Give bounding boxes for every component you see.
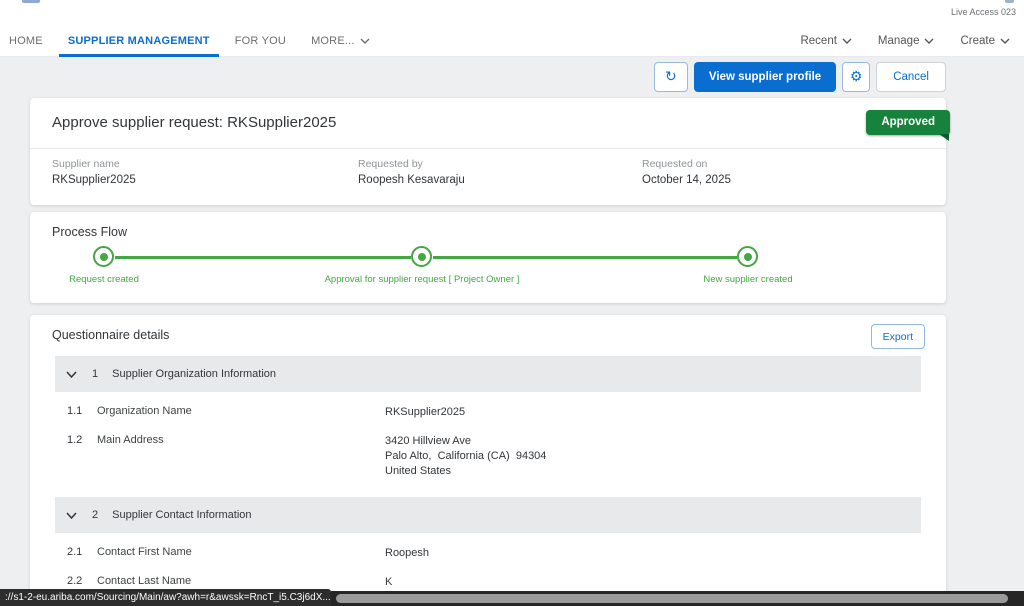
questionnaire-card: Questionnaire details Export 1 Supplier … xyxy=(30,315,946,606)
action-toolbar: ↻ View supplier profile ⚙ Cancel xyxy=(653,62,946,92)
tab-home-label: HOME xyxy=(9,35,43,47)
flow-step-label: New supplier created xyxy=(703,274,793,285)
value-line: K xyxy=(385,576,393,588)
question-label: Organization Name xyxy=(97,405,192,417)
view-supplier-profile-button[interactable]: View supplier profile xyxy=(693,62,837,92)
page-title: Approve supplier request: RKSupplier2025 xyxy=(52,114,337,131)
questionnaire-body: 1 Supplier Organization Information 1.1 … xyxy=(55,356,921,606)
settings-button[interactable]: ⚙ xyxy=(842,62,871,92)
section-number: 2 xyxy=(92,509,99,521)
field-requested-by: Requested by Roopesh Kesavaraju xyxy=(358,158,642,186)
question-value: RKSupplier2025 xyxy=(385,405,921,420)
top-bar: Live Access 023 xyxy=(0,0,1024,26)
menu-recent-label: Recent xyxy=(800,35,837,47)
chevron-down-icon xyxy=(360,38,370,44)
section-title: Supplier Organization Information xyxy=(112,368,276,380)
question-label: Contact Last Name xyxy=(97,575,192,587)
menu-recent[interactable]: Recent xyxy=(800,35,852,47)
flow-connector xyxy=(433,256,737,259)
field-supplier-name: Supplier name RKSupplier2025 xyxy=(52,158,358,186)
refresh-button[interactable]: ↻ xyxy=(653,62,688,92)
tab-for-you-label: FOR YOU xyxy=(234,35,287,47)
app-window: Live Access 023 HOME SUPPLIER MANAGEMENT… xyxy=(0,0,1024,606)
question-label: Contact First Name xyxy=(97,546,192,558)
value-line: RKSupplier2025 xyxy=(385,406,466,418)
flow-connector xyxy=(115,256,411,259)
field-requested-on: Requested on October 14, 2025 xyxy=(642,158,924,186)
field-value: Roopesh Kesavaraju xyxy=(358,174,465,186)
field-value: October 14, 2025 xyxy=(642,174,731,186)
value-line: 3420 Hillview Ave xyxy=(385,435,472,447)
flow-step-label: Approval for supplier request [ Project … xyxy=(324,274,520,285)
question-value: 3420 Hillview Ave Palo Alto, California … xyxy=(385,434,921,479)
value-line: United States xyxy=(385,465,452,477)
chevron-down-icon xyxy=(842,38,852,44)
realm-label: Live Access 023 xyxy=(950,7,1016,17)
value-line: Palo Alto, California (CA) 94304 xyxy=(385,450,547,462)
question-row: 2.1 Contact First Name Roopesh xyxy=(55,546,921,561)
horizontal-scrollbar[interactable] xyxy=(331,591,1024,606)
question-value: K xyxy=(385,575,921,590)
value-line: Roopesh xyxy=(385,547,430,559)
sap-logo-fragment xyxy=(22,0,40,3)
process-flow-card: Process Flow Request created Approval fo… xyxy=(30,212,946,303)
field-label: Requested on xyxy=(642,158,708,170)
main-nav: HOME SUPPLIER MANAGEMENT FOR YOU MORE...… xyxy=(0,26,1024,57)
section-title: Supplier Contact Information xyxy=(112,509,252,521)
tab-more[interactable]: MORE... xyxy=(302,26,379,56)
cancel-button[interactable]: Cancel xyxy=(876,62,946,92)
tab-home[interactable]: HOME xyxy=(0,26,52,56)
tab-supplier-management[interactable]: SUPPLIER MANAGEMENT xyxy=(58,26,219,57)
status-badge: Approved xyxy=(866,110,950,141)
field-label: Supplier name xyxy=(52,158,120,170)
tab-more-label: MORE... xyxy=(311,35,355,47)
process-flow-title: Process Flow xyxy=(52,225,128,239)
section-rows: 1.1 Organization Name RKSupplier2025 1.2… xyxy=(55,392,921,497)
flow-step-marker xyxy=(93,246,114,267)
tab-for-you[interactable]: FOR YOU xyxy=(226,26,295,56)
refresh-icon: ↻ xyxy=(665,69,677,85)
badge-fold xyxy=(939,134,949,141)
question-number: 2.2 xyxy=(67,575,83,587)
question-row: 1.1 Organization Name RKSupplier2025 xyxy=(55,405,921,420)
request-fields: Supplier name RKSupplier2025 Requested b… xyxy=(52,158,924,186)
question-row: 2.2 Contact Last Name K xyxy=(55,575,921,590)
gear-icon: ⚙ xyxy=(849,69,863,85)
chevron-down-icon xyxy=(1000,38,1010,44)
request-header-card: Approve supplier request: RKSupplier2025… xyxy=(30,98,950,205)
horizontal-scrollbar-thumb[interactable] xyxy=(336,594,1008,603)
question-number: 1.1 xyxy=(67,405,83,417)
content-area: ↻ View supplier profile ⚙ Cancel Approve… xyxy=(0,57,1024,606)
flow-step-label: Request created xyxy=(69,274,139,285)
chevron-down-icon xyxy=(924,38,934,44)
status-badge-label: Approved xyxy=(881,116,935,128)
browser-status-url: ://s1-2-eu.ariba.com/Sourcing/Main/aw?aw… xyxy=(0,589,331,606)
realm-icon-fragment xyxy=(1005,0,1014,3)
divider xyxy=(30,148,946,149)
tab-supplier-management-label: SUPPLIER MANAGEMENT xyxy=(67,35,210,47)
export-button[interactable]: Export xyxy=(870,324,925,349)
question-value: Roopesh xyxy=(385,546,921,561)
menu-create[interactable]: Create xyxy=(960,35,1010,47)
flow-step-marker xyxy=(737,246,758,267)
field-value: RKSupplier2025 xyxy=(52,174,136,186)
section-number: 1 xyxy=(92,368,99,380)
menu-create-label: Create xyxy=(960,35,995,47)
question-label: Main Address xyxy=(97,434,164,446)
field-label: Requested by xyxy=(358,158,423,170)
question-number: 2.1 xyxy=(67,546,83,558)
questionnaire-title: Questionnaire details xyxy=(52,328,170,342)
question-row: 1.2 Main Address 3420 Hillview Ave Palo … xyxy=(55,434,921,479)
question-number: 1.2 xyxy=(67,434,83,446)
section-header-1[interactable]: 1 Supplier Organization Information xyxy=(55,356,921,392)
chevron-down-icon[interactable] xyxy=(66,511,77,519)
flow-step-marker xyxy=(411,246,432,267)
menu-manage-label: Manage xyxy=(877,35,920,47)
menu-manage[interactable]: Manage xyxy=(878,35,935,47)
nav-menus: Recent Manage Create xyxy=(800,35,1010,47)
section-header-2[interactable]: 2 Supplier Contact Information xyxy=(55,497,921,533)
chevron-down-icon[interactable] xyxy=(66,370,77,378)
